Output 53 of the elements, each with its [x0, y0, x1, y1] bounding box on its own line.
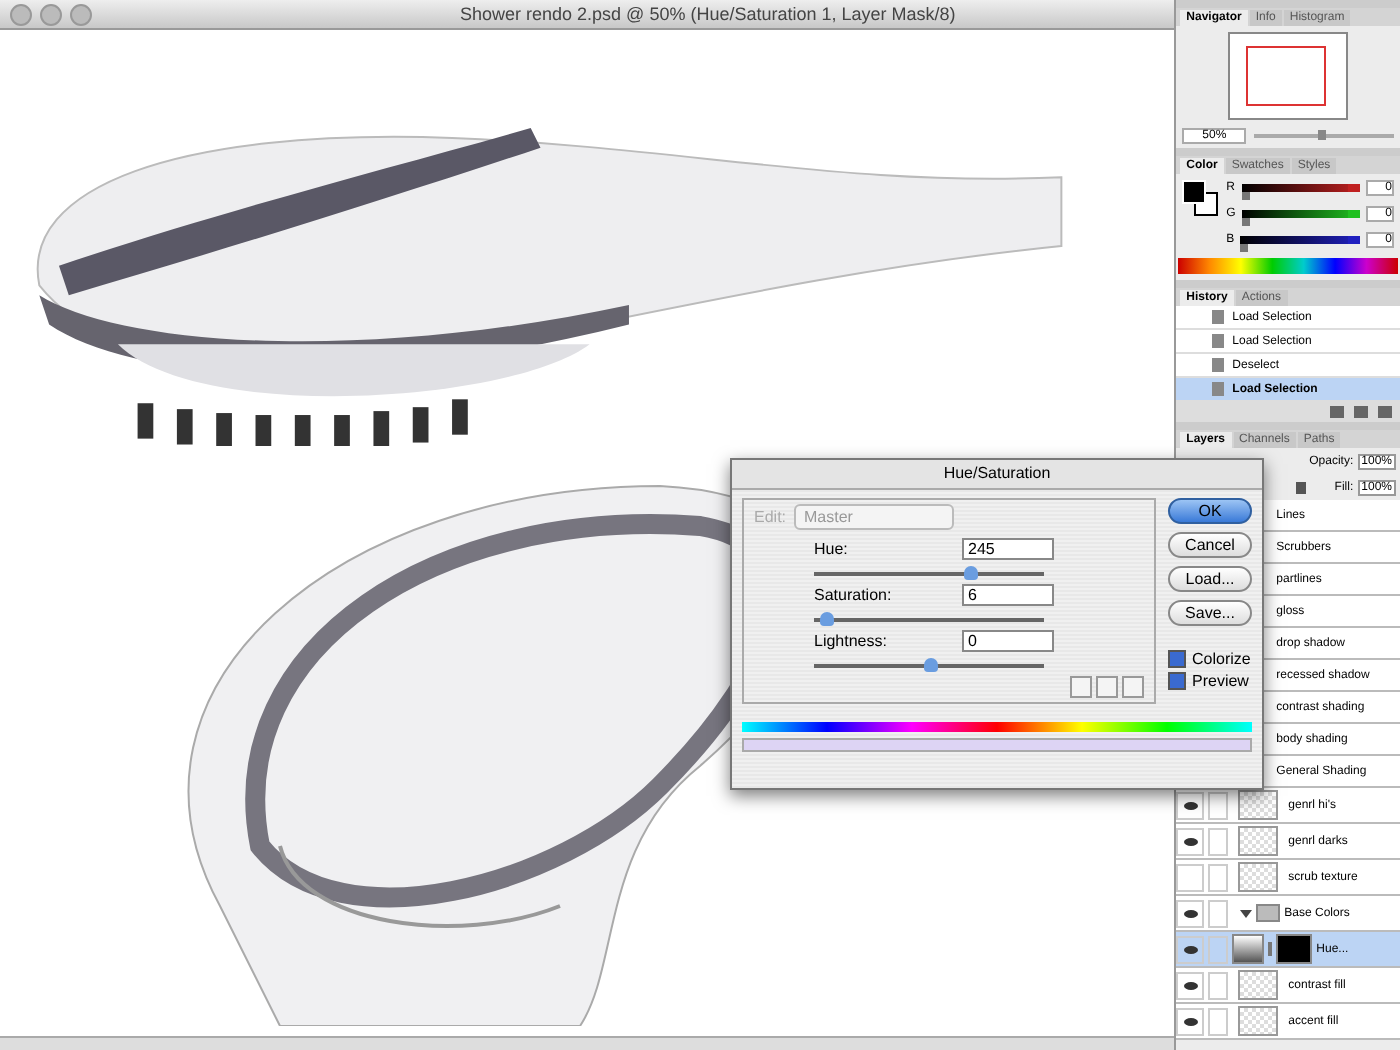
mask-thumbnail	[1276, 934, 1313, 964]
value-field[interactable]: 245	[962, 538, 1054, 560]
eye-icon	[1183, 945, 1198, 953]
window-control-icon[interactable]	[10, 3, 32, 25]
value-field[interactable]: 0	[962, 630, 1054, 652]
slider-thumb[interactable]	[923, 658, 937, 672]
layer-thumbnail	[1238, 826, 1279, 856]
color-swatch-icon[interactable]	[1182, 180, 1219, 216]
adjustment-thumbnail	[1232, 934, 1265, 964]
slider-thumb[interactable]	[964, 566, 979, 580]
slider-label: Saturation:	[814, 586, 892, 604]
layer-thumbnail	[1238, 862, 1279, 892]
eye-icon	[1183, 801, 1198, 809]
eye-icon	[1183, 909, 1198, 917]
dialog-button[interactable]: Cancel	[1168, 532, 1252, 558]
visibility-toggle[interactable]	[1176, 971, 1205, 999]
value-field[interactable]: 6	[962, 584, 1054, 606]
link-toggle[interactable]	[1208, 1007, 1229, 1035]
visibility-toggle[interactable]	[1176, 1007, 1205, 1035]
slider-thumb[interactable]	[1241, 218, 1250, 226]
eye-icon	[1183, 1017, 1198, 1025]
window-control-icon[interactable]	[70, 3, 92, 25]
edit-label: Edit:	[754, 508, 787, 526]
eye-icon	[1183, 981, 1198, 989]
dialog-button[interactable]: Load...	[1168, 566, 1252, 592]
color-ramp[interactable]	[1178, 258, 1398, 274]
visibility-toggle[interactable]	[1176, 827, 1205, 855]
folder-icon	[1256, 904, 1281, 922]
window-title: Shower rendo 2.psd @ 50% (Hue/Saturation 1, Layer Mask/8)	[460, 4, 956, 24]
view-rectangle[interactable]	[1246, 46, 1327, 106]
layer-thumbnail	[1238, 1006, 1279, 1036]
link-toggle[interactable]	[1208, 863, 1229, 891]
slider-label: Lightness:	[814, 632, 887, 650]
window-control-icon[interactable]	[40, 3, 62, 25]
eye-icon	[1183, 837, 1198, 845]
slider-thumb[interactable]	[1240, 244, 1249, 252]
slider-thumb[interactable]	[1317, 130, 1326, 140]
link-toggle[interactable]	[1208, 971, 1229, 999]
visibility-toggle[interactable]	[1176, 899, 1205, 927]
visibility-toggle[interactable]	[1176, 863, 1205, 891]
link-toggle[interactable]	[1208, 827, 1229, 855]
layer-thumbnail	[1238, 970, 1279, 1000]
dialog-title: Hue/Saturation	[732, 460, 1262, 490]
dialog-button[interactable]: OK	[1168, 498, 1252, 524]
link-toggle[interactable]	[1208, 899, 1229, 927]
slider-thumb[interactable]	[819, 612, 834, 626]
link-toggle[interactable]	[1208, 791, 1229, 819]
visibility-toggle[interactable]	[1176, 935, 1205, 963]
layer-thumbnail	[1238, 790, 1279, 820]
link-toggle[interactable]	[1208, 935, 1229, 963]
slider-thumb[interactable]	[1241, 192, 1249, 200]
slider-label: Hue:	[814, 540, 848, 558]
dialog-button[interactable]: Save...	[1168, 600, 1252, 626]
